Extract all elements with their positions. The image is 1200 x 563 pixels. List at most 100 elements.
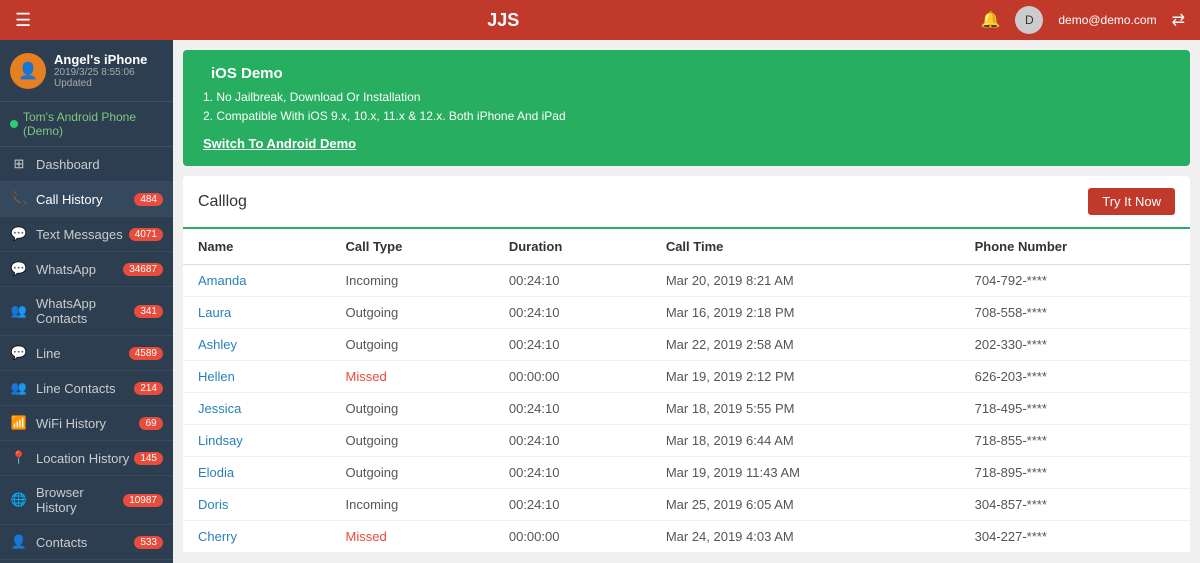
cell-duration-7: 00:24:10 [494, 489, 651, 521]
cell-phone-1: 708-558-**** [960, 297, 1190, 329]
try-it-now-button[interactable]: Try It Now [1088, 188, 1175, 215]
cell-name-8: Cherry [183, 521, 331, 553]
sidebar-item-line[interactable]: 💬 Line 4589 [0, 336, 173, 371]
sidebar-badge-call-history: 484 [134, 193, 163, 206]
share-icon[interactable]: ⇄ [1172, 10, 1185, 30]
table-row: Hellen Missed 00:00:00 Mar 19, 2019 2:12… [183, 361, 1190, 393]
cell-calltime-4: Mar 18, 2019 5:55 PM [651, 393, 960, 425]
col-phone-number: Phone Number [960, 229, 1190, 265]
ios-banner-line-2: 2. Compatible With iOS 9.x, 10.x, 11.x &… [203, 107, 1170, 126]
cell-phone-4: 718-495-**** [960, 393, 1190, 425]
user-email: demo@demo.com [1058, 13, 1156, 27]
cell-calltype-1: Outgoing [331, 297, 494, 329]
cell-phone-2: 202-330-**** [960, 329, 1190, 361]
col-duration: Duration [494, 229, 651, 265]
cell-name-5: Lindsay [183, 425, 331, 457]
table-row: Lindsay Outgoing 00:24:10 Mar 18, 2019 6… [183, 425, 1190, 457]
sidebar-label-contacts: Contacts [36, 535, 134, 550]
sidebar-icon-whatsapp-contacts: 👥 [10, 303, 28, 319]
ios-banner-title: iOS Demo [203, 65, 1170, 82]
sidebar-icon-browser-history: 🌐 [10, 492, 28, 508]
sidebar-icon-text-messages: 💬 [10, 226, 28, 242]
col-name: Name [183, 229, 331, 265]
sidebar-item-whatsapp-contacts[interactable]: 👥 WhatsApp Contacts 341 [0, 287, 173, 336]
cell-calltype-4: Outgoing [331, 393, 494, 425]
cell-name-6: Elodia [183, 457, 331, 489]
profile-date: 2019/3/25 8:55:06 Updated [54, 67, 163, 89]
sidebar-item-dashboard[interactable]: ⊞ Dashboard [0, 147, 173, 182]
cell-name-2: Ashley [183, 329, 331, 361]
sidebar-item-line-contacts[interactable]: 👥 Line Contacts 214 [0, 371, 173, 406]
topbar-right: 🔔 D demo@demo.com ⇄ [965, 6, 1185, 34]
cell-duration-8: 00:00:00 [494, 521, 651, 553]
cell-phone-7: 304-857-**** [960, 489, 1190, 521]
table-row: Jessica Outgoing 00:24:10 Mar 18, 2019 5… [183, 393, 1190, 425]
calllog-title: Calllog [198, 193, 247, 211]
sidebar-item-text-messages[interactable]: 💬 Text Messages 4071 [0, 217, 173, 252]
ios-banner-list: 1. No Jailbreak, Download Or Installatio… [203, 88, 1170, 126]
app-logo: JJS [41, 10, 965, 31]
sidebar-label-whatsapp: WhatsApp [36, 262, 123, 277]
table-row: Doris Incoming 00:24:10 Mar 25, 2019 6:0… [183, 489, 1190, 521]
cell-phone-5: 718-855-**** [960, 425, 1190, 457]
cell-calltype-0: Incoming [331, 265, 494, 297]
sidebar-item-whatsapp[interactable]: 💬 WhatsApp 34687 [0, 252, 173, 287]
sidebar-label-call-history: Call History [36, 192, 134, 207]
cell-calltype-8: Missed [331, 521, 494, 553]
cell-duration-0: 00:24:10 [494, 265, 651, 297]
sidebar-item-browser-history[interactable]: 🌐 Browser History 10987 [0, 476, 173, 525]
cell-duration-3: 00:00:00 [494, 361, 651, 393]
sidebar-badge-text-messages: 4071 [129, 228, 163, 241]
bell-icon[interactable]: 🔔 [980, 10, 1000, 30]
cell-duration-5: 00:24:10 [494, 425, 651, 457]
sidebar-icon-line-contacts: 👥 [10, 380, 28, 396]
switch-android-link[interactable]: Switch To Android Demo [203, 136, 356, 151]
sidebar: 👤 Angel's iPhone 2019/3/25 8:55:06 Updat… [0, 40, 173, 563]
sidebar-icon-call-history: 📞 [10, 191, 28, 207]
sidebar-icon-location-history: 📍 [10, 450, 28, 466]
cell-calltime-6: Mar 19, 2019 11:43 AM [651, 457, 960, 489]
sidebar-label-line: Line [36, 346, 129, 361]
cell-calltype-5: Outgoing [331, 425, 494, 457]
sidebar-badge-whatsapp: 34687 [123, 263, 163, 276]
topbar: ☰ JJS 🔔 D demo@demo.com ⇄ [0, 0, 1200, 40]
calllog-header: Calllog Try It Now [183, 176, 1190, 229]
profile-avatar: 👤 [10, 53, 46, 89]
table-row: Amanda Incoming 00:24:10 Mar 20, 2019 8:… [183, 265, 1190, 297]
cell-calltime-5: Mar 18, 2019 6:44 AM [651, 425, 960, 457]
sidebar-icon-contacts: 👤 [10, 534, 28, 550]
sidebar-icon-line: 💬 [10, 345, 28, 361]
cell-name-1: Laura [183, 297, 331, 329]
menu-icon[interactable]: ☰ [15, 10, 31, 31]
avatar: D [1015, 6, 1043, 34]
ios-banner-line-1: 1. No Jailbreak, Download Or Installatio… [203, 88, 1170, 107]
sidebar-badge-browser-history: 10987 [123, 494, 163, 507]
sidebar-item-call-history[interactable]: 📞 Call History 484 [0, 182, 173, 217]
cell-phone-3: 626-203-**** [960, 361, 1190, 393]
ios-banner: iOS Demo 1. No Jailbreak, Download Or In… [183, 50, 1190, 166]
table-row: Elodia Outgoing 00:24:10 Mar 19, 2019 11… [183, 457, 1190, 489]
table-row: Cherry Missed 00:00:00 Mar 24, 2019 4:03… [183, 521, 1190, 553]
sidebar-label-line-contacts: Line Contacts [36, 381, 134, 396]
cell-phone-0: 704-792-**** [960, 265, 1190, 297]
calllog-section: Calllog Try It Now Name Call Type Durati… [183, 176, 1190, 553]
cell-calltime-8: Mar 24, 2019 4:03 AM [651, 521, 960, 553]
demo-device[interactable]: Tom's Android Phone (Demo) [0, 102, 173, 147]
cell-phone-6: 718-895-**** [960, 457, 1190, 489]
sidebar-item-contacts[interactable]: 👤 Contacts 533 [0, 525, 173, 560]
cell-calltype-6: Outgoing [331, 457, 494, 489]
cell-duration-1: 00:24:10 [494, 297, 651, 329]
sidebar-item-wifi-history[interactable]: 📶 WiFi History 69 [0, 406, 173, 441]
cell-duration-4: 00:24:10 [494, 393, 651, 425]
col-call-time: Call Time [651, 229, 960, 265]
sidebar-label-whatsapp-contacts: WhatsApp Contacts [36, 296, 134, 326]
sidebar-badge-location-history: 145 [134, 452, 163, 465]
sidebar-item-location-history[interactable]: 📍 Location History 145 [0, 441, 173, 476]
cell-calltime-2: Mar 22, 2019 2:58 AM [651, 329, 960, 361]
sidebar-badge-contacts: 533 [134, 536, 163, 549]
calllog-table-wrapper: Name Call Type Duration Call Time Phone … [183, 229, 1190, 553]
sidebar-label-text-messages: Text Messages [36, 227, 129, 242]
table-row: Laura Outgoing 00:24:10 Mar 16, 2019 2:1… [183, 297, 1190, 329]
cell-name-4: Jessica [183, 393, 331, 425]
sidebar-badge-whatsapp-contacts: 341 [134, 305, 163, 318]
